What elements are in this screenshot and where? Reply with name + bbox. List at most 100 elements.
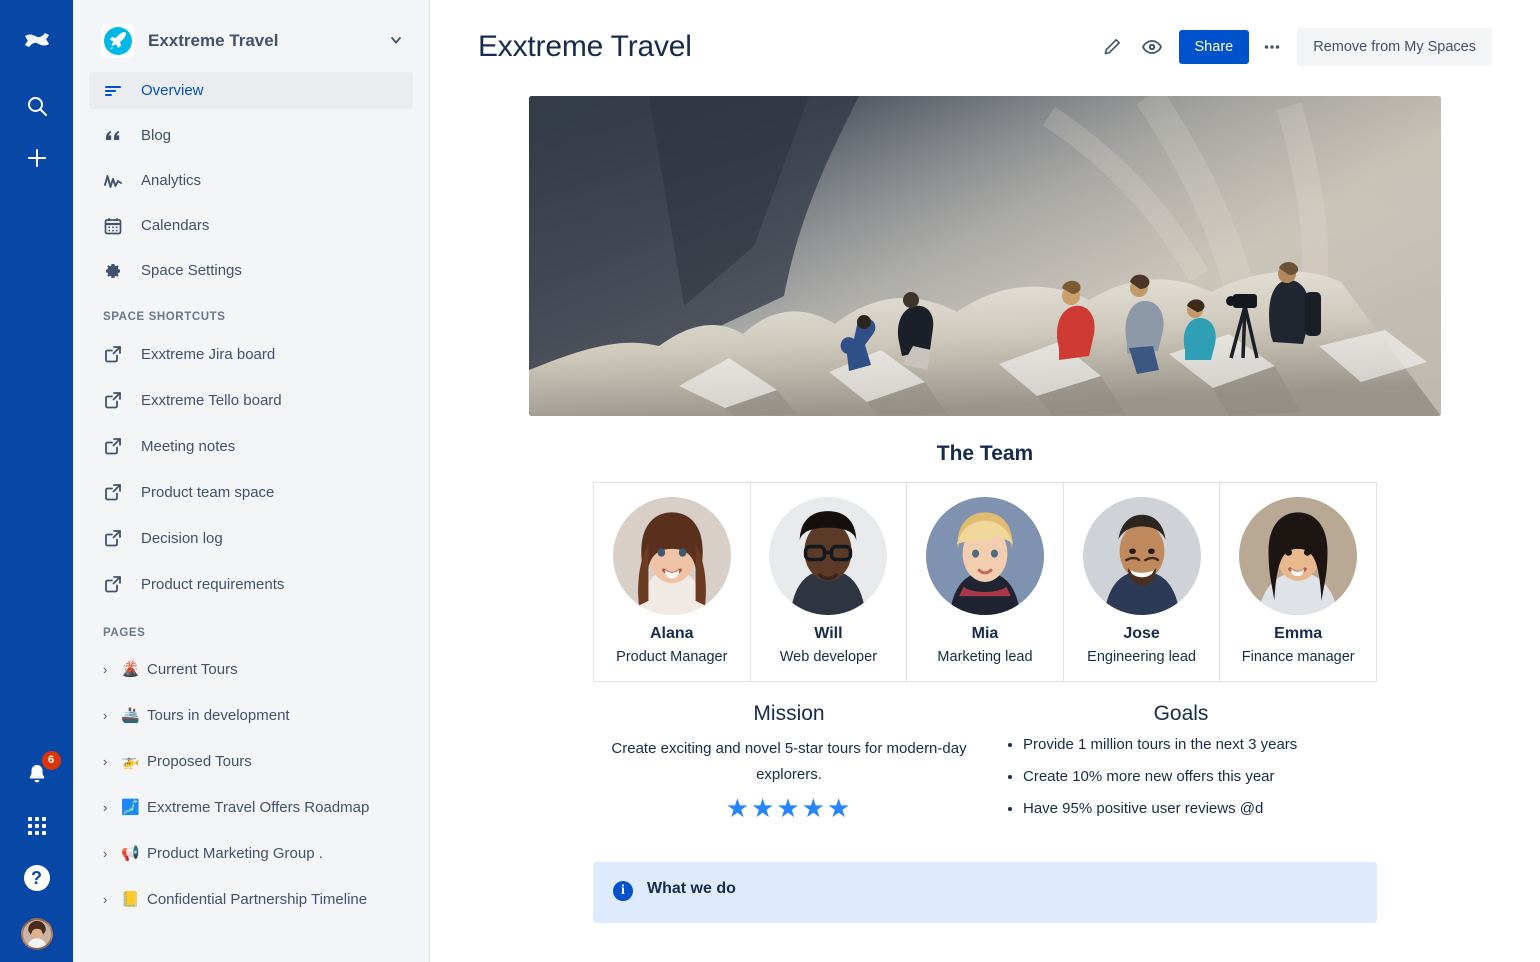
page-item-exxtreme-travel-offers-roadmap[interactable]: › 🗾 Exxtreme Travel Offers Roadmap <box>73 791 429 823</box>
mission-title: Mission <box>753 702 825 725</box>
team-card-alana: Alana Product Manager <box>593 482 751 682</box>
shortcut-label: Exxtreme Tello board <box>141 391 282 409</box>
external-link-icon <box>103 482 127 502</box>
member-role: Finance manager <box>1241 649 1355 665</box>
list-item: Have 95% positive user reviews @d <box>1023 800 1365 818</box>
page-header: Exxtreme Travel Share Remove from My Spa… <box>430 0 1540 66</box>
page-item-current-tours[interactable]: › 🌋 Current Tours <box>73 653 429 685</box>
help-glyph: ? <box>23 865 50 891</box>
shortcut-product-team-space[interactable]: Product team space <box>73 475 429 509</box>
avatar <box>925 497 1044 615</box>
shortcut-label: Meeting notes <box>141 437 236 455</box>
chevron-right-icon[interactable]: › <box>103 892 121 907</box>
page-label: Exxtreme Travel Offers Roadmap <box>147 798 370 816</box>
member-role: Marketing lead <box>937 649 1033 665</box>
more-options-icon[interactable] <box>1255 30 1289 64</box>
ship-emoji-icon: 🚢 <box>121 707 140 724</box>
chevron-down-icon[interactable] <box>389 33 403 50</box>
page-label: Tours in development <box>147 706 290 724</box>
user-avatar[interactable] <box>20 918 53 950</box>
page-title: Exxtreme Travel <box>478 30 692 63</box>
space-header[interactable]: Exxtreme Travel <box>73 0 429 72</box>
confluence-logo-icon[interactable] <box>17 20 57 60</box>
search-icon[interactable] <box>17 86 57 126</box>
share-button[interactable]: Share <box>1178 30 1250 64</box>
main-content-area: Exxtreme Travel Share Remove from My Spa… <box>430 0 1540 962</box>
map-emoji-icon: 🗾 <box>121 799 140 816</box>
space-avatar-icon <box>101 24 135 58</box>
sidebar-item-overview[interactable]: Overview <box>89 72 413 109</box>
team-table: Alana Product Manager Will Web developer… <box>593 482 1377 682</box>
quote-icon <box>103 126 127 146</box>
app-switcher-grid-icon[interactable] <box>17 806 57 846</box>
chevron-right-icon[interactable]: › <box>103 800 121 815</box>
external-link-icon <box>103 436 127 456</box>
page-item-product-marketing-group[interactable]: › 📢 Product Marketing Group . <box>73 837 429 869</box>
member-role: Web developer <box>779 649 878 665</box>
space-sidebar: Exxtreme Travel Overview Blog Analytics … <box>73 0 430 962</box>
volcano-emoji-icon: 🌋 <box>121 661 140 678</box>
page-item-confidential-partnership-timeline[interactable]: › 📒 Confidential Partnership Timeline <box>73 883 429 915</box>
chevron-right-icon[interactable]: › <box>103 754 121 769</box>
page-label: Confidential Partnership Timeline <box>147 890 368 908</box>
chevron-right-icon[interactable]: › <box>103 846 121 861</box>
create-plus-icon[interactable] <box>17 138 57 178</box>
helicopter-emoji-icon: 🚁 <box>121 753 140 770</box>
avatar <box>1239 497 1358 615</box>
space-shortcuts-list: Exxtreme Jira board Exxtreme Tello board <box>73 337 429 601</box>
sidebar-item-label: Blog <box>141 127 172 144</box>
avatar <box>769 497 888 615</box>
analytics-chart-icon <box>103 171 127 191</box>
mission-text: Create exciting and novel 5-star tours f… <box>611 740 967 784</box>
sidebar-item-analytics[interactable]: Analytics <box>89 162 413 199</box>
chevron-right-icon[interactable]: › <box>103 662 121 677</box>
rail-bottom-group: 6 ? <box>0 751 73 950</box>
notebook-emoji-icon: 📒 <box>121 891 140 908</box>
shortcut-meeting-notes[interactable]: Meeting notes <box>73 429 429 463</box>
list-item: Provide 1 million tours in the next 3 ye… <box>1023 736 1365 754</box>
goals-column: Goals Provide 1 million tours in the nex… <box>985 702 1377 832</box>
sidebar-item-space-settings[interactable]: Space Settings <box>89 252 413 289</box>
app-root: 6 ? Exxtreme Travel Overview Blog Analyt… <box>0 0 1540 962</box>
sidebar-item-blog[interactable]: Blog <box>89 117 413 154</box>
hero-image <box>529 96 1441 416</box>
sidebar-item-calendars[interactable]: Calendars <box>89 207 413 244</box>
external-link-icon <box>103 390 127 410</box>
page-label: Current Tours <box>147 660 238 678</box>
pencil-edit-icon[interactable] <box>1095 30 1129 64</box>
help-question-icon[interactable]: ? <box>17 858 57 898</box>
shortcut-decision-log[interactable]: Decision log <box>73 521 429 555</box>
space-nav-list: Overview Blog Analytics Calendars Space … <box>73 72 429 289</box>
sidebar-item-label: Analytics <box>141 172 202 189</box>
page-item-proposed-tours[interactable]: › 🚁 Proposed Tours <box>73 745 429 777</box>
bell-notifications-icon[interactable]: 6 <box>17 751 61 794</box>
shortcut-product-requirements[interactable]: Product requirements <box>73 567 429 601</box>
page-item-tours-in-development[interactable]: › 🚢 Tours in development <box>73 699 429 731</box>
team-card-jose: Jose Engineering lead <box>1062 482 1221 682</box>
pages-tree: › 🌋 Current Tours › 🚢 Tours in developme… <box>73 653 429 915</box>
shortcut-label: Product team space <box>141 483 275 501</box>
shortcut-exxtreme-tello-board[interactable]: Exxtreme Tello board <box>73 383 429 417</box>
external-link-icon <box>103 574 127 594</box>
team-card-emma: Emma Finance manager <box>1219 482 1377 682</box>
team-card-will: Will Web developer <box>749 482 908 682</box>
member-name: Will <box>814 625 843 642</box>
what-we-do-info-panel: i What we do <box>593 862 1377 923</box>
chevron-right-icon[interactable]: › <box>103 708 121 723</box>
eye-watch-icon[interactable] <box>1135 30 1169 64</box>
sidebar-item-label: Space Settings <box>141 262 242 279</box>
sidebar-item-label: Overview <box>141 82 204 99</box>
pages-heading: PAGES <box>103 627 146 639</box>
member-name: Jose <box>1123 625 1160 642</box>
info-circle-icon: i <box>613 881 633 901</box>
external-link-icon <box>103 528 127 548</box>
space-name-label: Exxtreme Travel <box>148 31 279 50</box>
remove-from-my-spaces-button[interactable]: Remove from My Spaces <box>1297 28 1492 66</box>
team-section-title: The Team <box>936 442 1034 465</box>
list-item: Create 10% more new offers this year <box>1023 768 1365 786</box>
shortcut-exxtreme-jira-board[interactable]: Exxtreme Jira board <box>73 337 429 371</box>
rating-stars: ★★★★★ <box>725 792 853 823</box>
table-row: Alana Product Manager Will Web developer… <box>593 482 1377 682</box>
info-panel-title: What we do <box>647 880 736 897</box>
team-card-mia: Mia Marketing lead <box>906 482 1064 682</box>
